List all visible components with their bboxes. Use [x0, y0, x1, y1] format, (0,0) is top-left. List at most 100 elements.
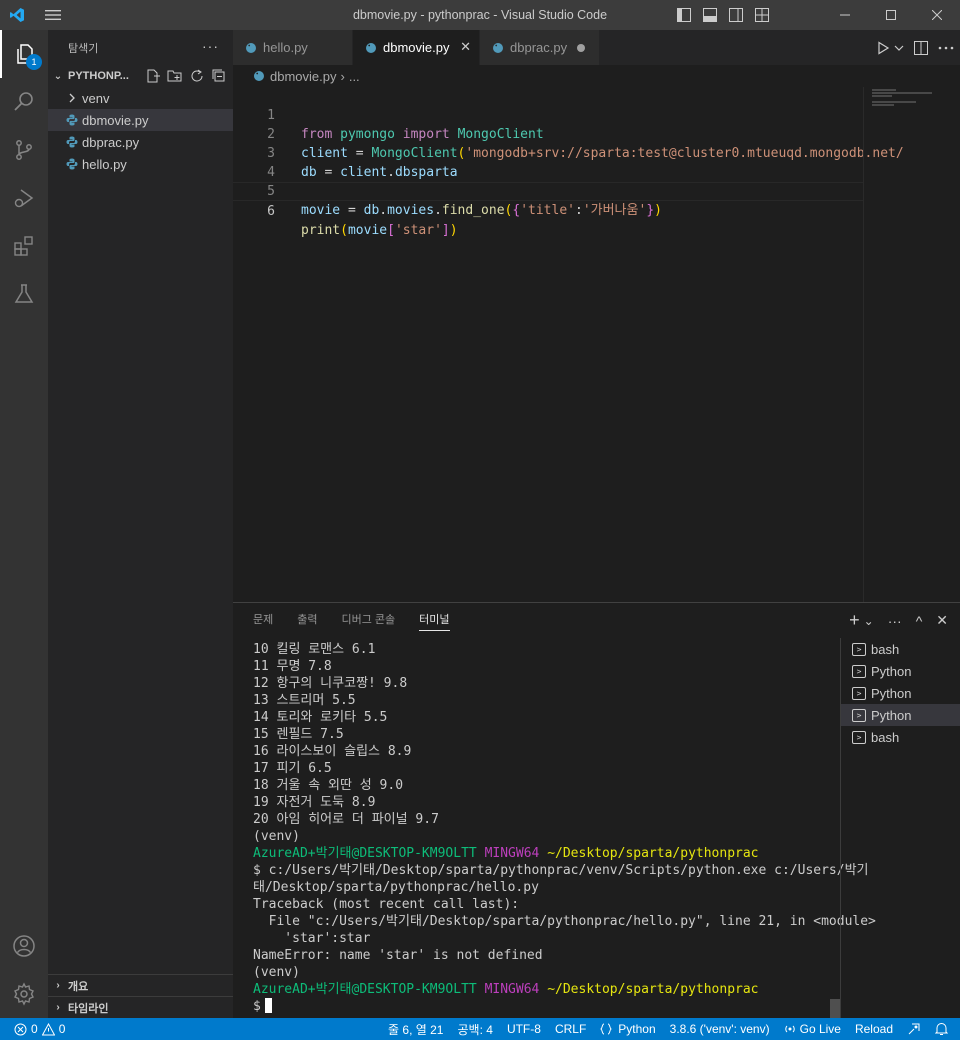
warning-icon [41, 1022, 55, 1035]
tab-dbmovie[interactable]: dbmovie.py ✕ [353, 30, 480, 65]
maximize-icon[interactable] [868, 0, 914, 30]
refresh-icon[interactable] [189, 68, 205, 84]
tab-debug-console[interactable]: 디버그 콘솔 [342, 603, 396, 638]
timeline-section[interactable]: › 타임라인 [48, 996, 233, 1018]
breadcrumb-file[interactable]: dbmovie.py [270, 69, 336, 84]
tab-label: hello.py [263, 40, 308, 55]
hamburger-menu-icon[interactable] [34, 0, 72, 30]
close-icon[interactable]: ✕ [460, 39, 471, 55]
terminal-line: 19 자전거 도둑 8.9 [253, 795, 376, 810]
maximize-panel-icon[interactable]: ^ [916, 613, 923, 629]
terminal-icon: > [852, 708, 866, 722]
timeline-label: 타임라인 [68, 1002, 109, 1015]
title-bar: dbmovie.py - pythonprac - Visual Studio … [0, 0, 960, 30]
notifications-bell-icon[interactable] [935, 1022, 948, 1036]
more-actions-icon[interactable]: ··· [888, 613, 902, 629]
terminal-list: > bash > Python > Python > Python > bash [840, 638, 960, 1019]
terminal-list-item[interactable]: > Python [841, 660, 960, 682]
terminal-list-item[interactable]: > Python [841, 682, 960, 704]
terminal-output[interactable]: 10 킬링 로맨스 6.1 11 무명 7.8 12 항구의 니쿠코짱! 9.8… [253, 641, 876, 1019]
terminal-traceback: File "c:/Users/박기태/Desktop/sparta/python… [253, 914, 876, 929]
customize-layout-icon[interactable] [752, 5, 772, 25]
language-mode[interactable]: Python [600, 1022, 656, 1036]
python-file-icon [365, 42, 377, 54]
minimize-icon[interactable] [822, 0, 868, 30]
more-actions-icon[interactable] [938, 46, 954, 50]
run-python-icon[interactable] [876, 40, 890, 55]
toggle-secondary-sidebar-icon[interactable] [726, 5, 746, 25]
tab-dbprac[interactable]: dbprac.py [480, 30, 600, 65]
new-terminal-icon[interactable]: + [849, 610, 860, 631]
explorer-header: 탐색기 ··· [48, 30, 233, 65]
status-bar: 0 0 줄 6, 열 21 공백: 4 UTF-8 CRLF Python 3.… [0, 1018, 960, 1040]
terminal-traceback: 'star':star [253, 931, 371, 946]
terminal-list-item[interactable]: > bash [841, 638, 960, 660]
outline-section[interactable]: › 개요 [48, 974, 233, 996]
close-window-icon[interactable] [914, 0, 960, 30]
terminal-icon: > [852, 730, 866, 744]
minimap[interactable] [863, 87, 960, 602]
cursor-position[interactable]: 줄 6, 열 21 [388, 1021, 443, 1038]
tree-item-label: hello.py [82, 156, 127, 172]
window-title: dbmovie.py - pythonprac - Visual Studio … [352, 8, 608, 22]
source-control-icon[interactable] [0, 126, 48, 174]
go-live-button[interactable]: Go Live [784, 1022, 841, 1036]
terminal-line: 18 거울 속 외딴 성 9.0 [253, 778, 404, 793]
indentation[interactable]: 공백: 4 [458, 1021, 493, 1038]
breadcrumb-separator: › [340, 68, 345, 84]
terminal-line: 15 렌필드 7.5 [253, 727, 344, 742]
tab-problems[interactable]: 문제 [253, 603, 273, 638]
close-panel-icon[interactable]: ✕ [936, 612, 948, 629]
vscode-logo-icon[interactable] [0, 0, 34, 30]
terminal-line: (venv) [253, 829, 300, 844]
unsaved-dot-icon [577, 44, 585, 52]
run-debug-icon[interactable] [0, 174, 48, 222]
terminal-line: 16 라이스보이 슬립스 8.9 [253, 744, 412, 759]
chevron-down-icon[interactable] [894, 43, 904, 53]
more-actions-icon[interactable]: ··· [202, 38, 219, 54]
terminal-icon: > [852, 642, 866, 656]
terminal-cursor [264, 998, 272, 1013]
end-of-line[interactable]: CRLF [555, 1022, 586, 1036]
explorer-icon[interactable]: 1 [0, 30, 48, 78]
feedback-icon[interactable] [907, 1022, 921, 1036]
terminal-scrollbar[interactable] [830, 999, 840, 1019]
python-file-icon [245, 42, 257, 54]
terminal-list-item[interactable]: > bash [841, 726, 960, 748]
account-icon[interactable] [0, 922, 48, 970]
breadcrumb-symbols[interactable]: ... [349, 69, 360, 84]
terminal-list-item-active[interactable]: > Python [841, 704, 960, 726]
search-icon[interactable] [0, 78, 48, 126]
tab-hello[interactable]: hello.py [233, 30, 353, 65]
python-file-icon [64, 158, 80, 170]
collapse-all-icon[interactable] [211, 68, 227, 84]
tab-terminal[interactable]: 터미널 [419, 603, 450, 638]
terminal-line: (venv) [253, 965, 300, 980]
encoding[interactable]: UTF-8 [507, 1022, 541, 1036]
toggle-panel-icon[interactable] [700, 5, 720, 25]
toggle-sidebar-icon[interactable] [674, 5, 694, 25]
extensions-icon[interactable] [0, 222, 48, 270]
reload-button[interactable]: Reload [855, 1022, 893, 1036]
problems-status[interactable]: 0 0 [14, 1018, 65, 1040]
testing-flask-icon[interactable] [0, 270, 48, 318]
chevron-right-icon [64, 93, 80, 103]
tree-item-hello[interactable]: hello.py [48, 153, 233, 175]
tab-output[interactable]: 출력 [297, 603, 317, 638]
terminal-input-line[interactable]: $ [253, 998, 833, 1015]
code-line: 4 [233, 144, 863, 180]
tree-item-label: venv [82, 90, 110, 106]
outline-label: 개요 [68, 980, 89, 993]
error-icon [14, 1023, 27, 1035]
split-editor-icon[interactable] [914, 40, 928, 55]
new-folder-icon[interactable] [167, 68, 183, 84]
chevron-down-icon[interactable]: ⌄ [864, 614, 874, 628]
python-interpreter[interactable]: 3.8.6 ('venv': venv) [670, 1022, 770, 1036]
tree-item-dbprac[interactable]: dbprac.py [48, 131, 233, 153]
settings-gear-icon[interactable] [0, 970, 48, 1018]
project-section[interactable]: ⌄ PYTHONP... [48, 65, 233, 87]
new-file-icon[interactable] [145, 68, 161, 84]
tree-item-venv[interactable]: venv [48, 87, 233, 109]
tree-item-dbmovie[interactable]: dbmovie.py [48, 109, 233, 131]
code-editor[interactable]: 1 from pymongo import MongoClient 2 clie… [233, 87, 960, 602]
